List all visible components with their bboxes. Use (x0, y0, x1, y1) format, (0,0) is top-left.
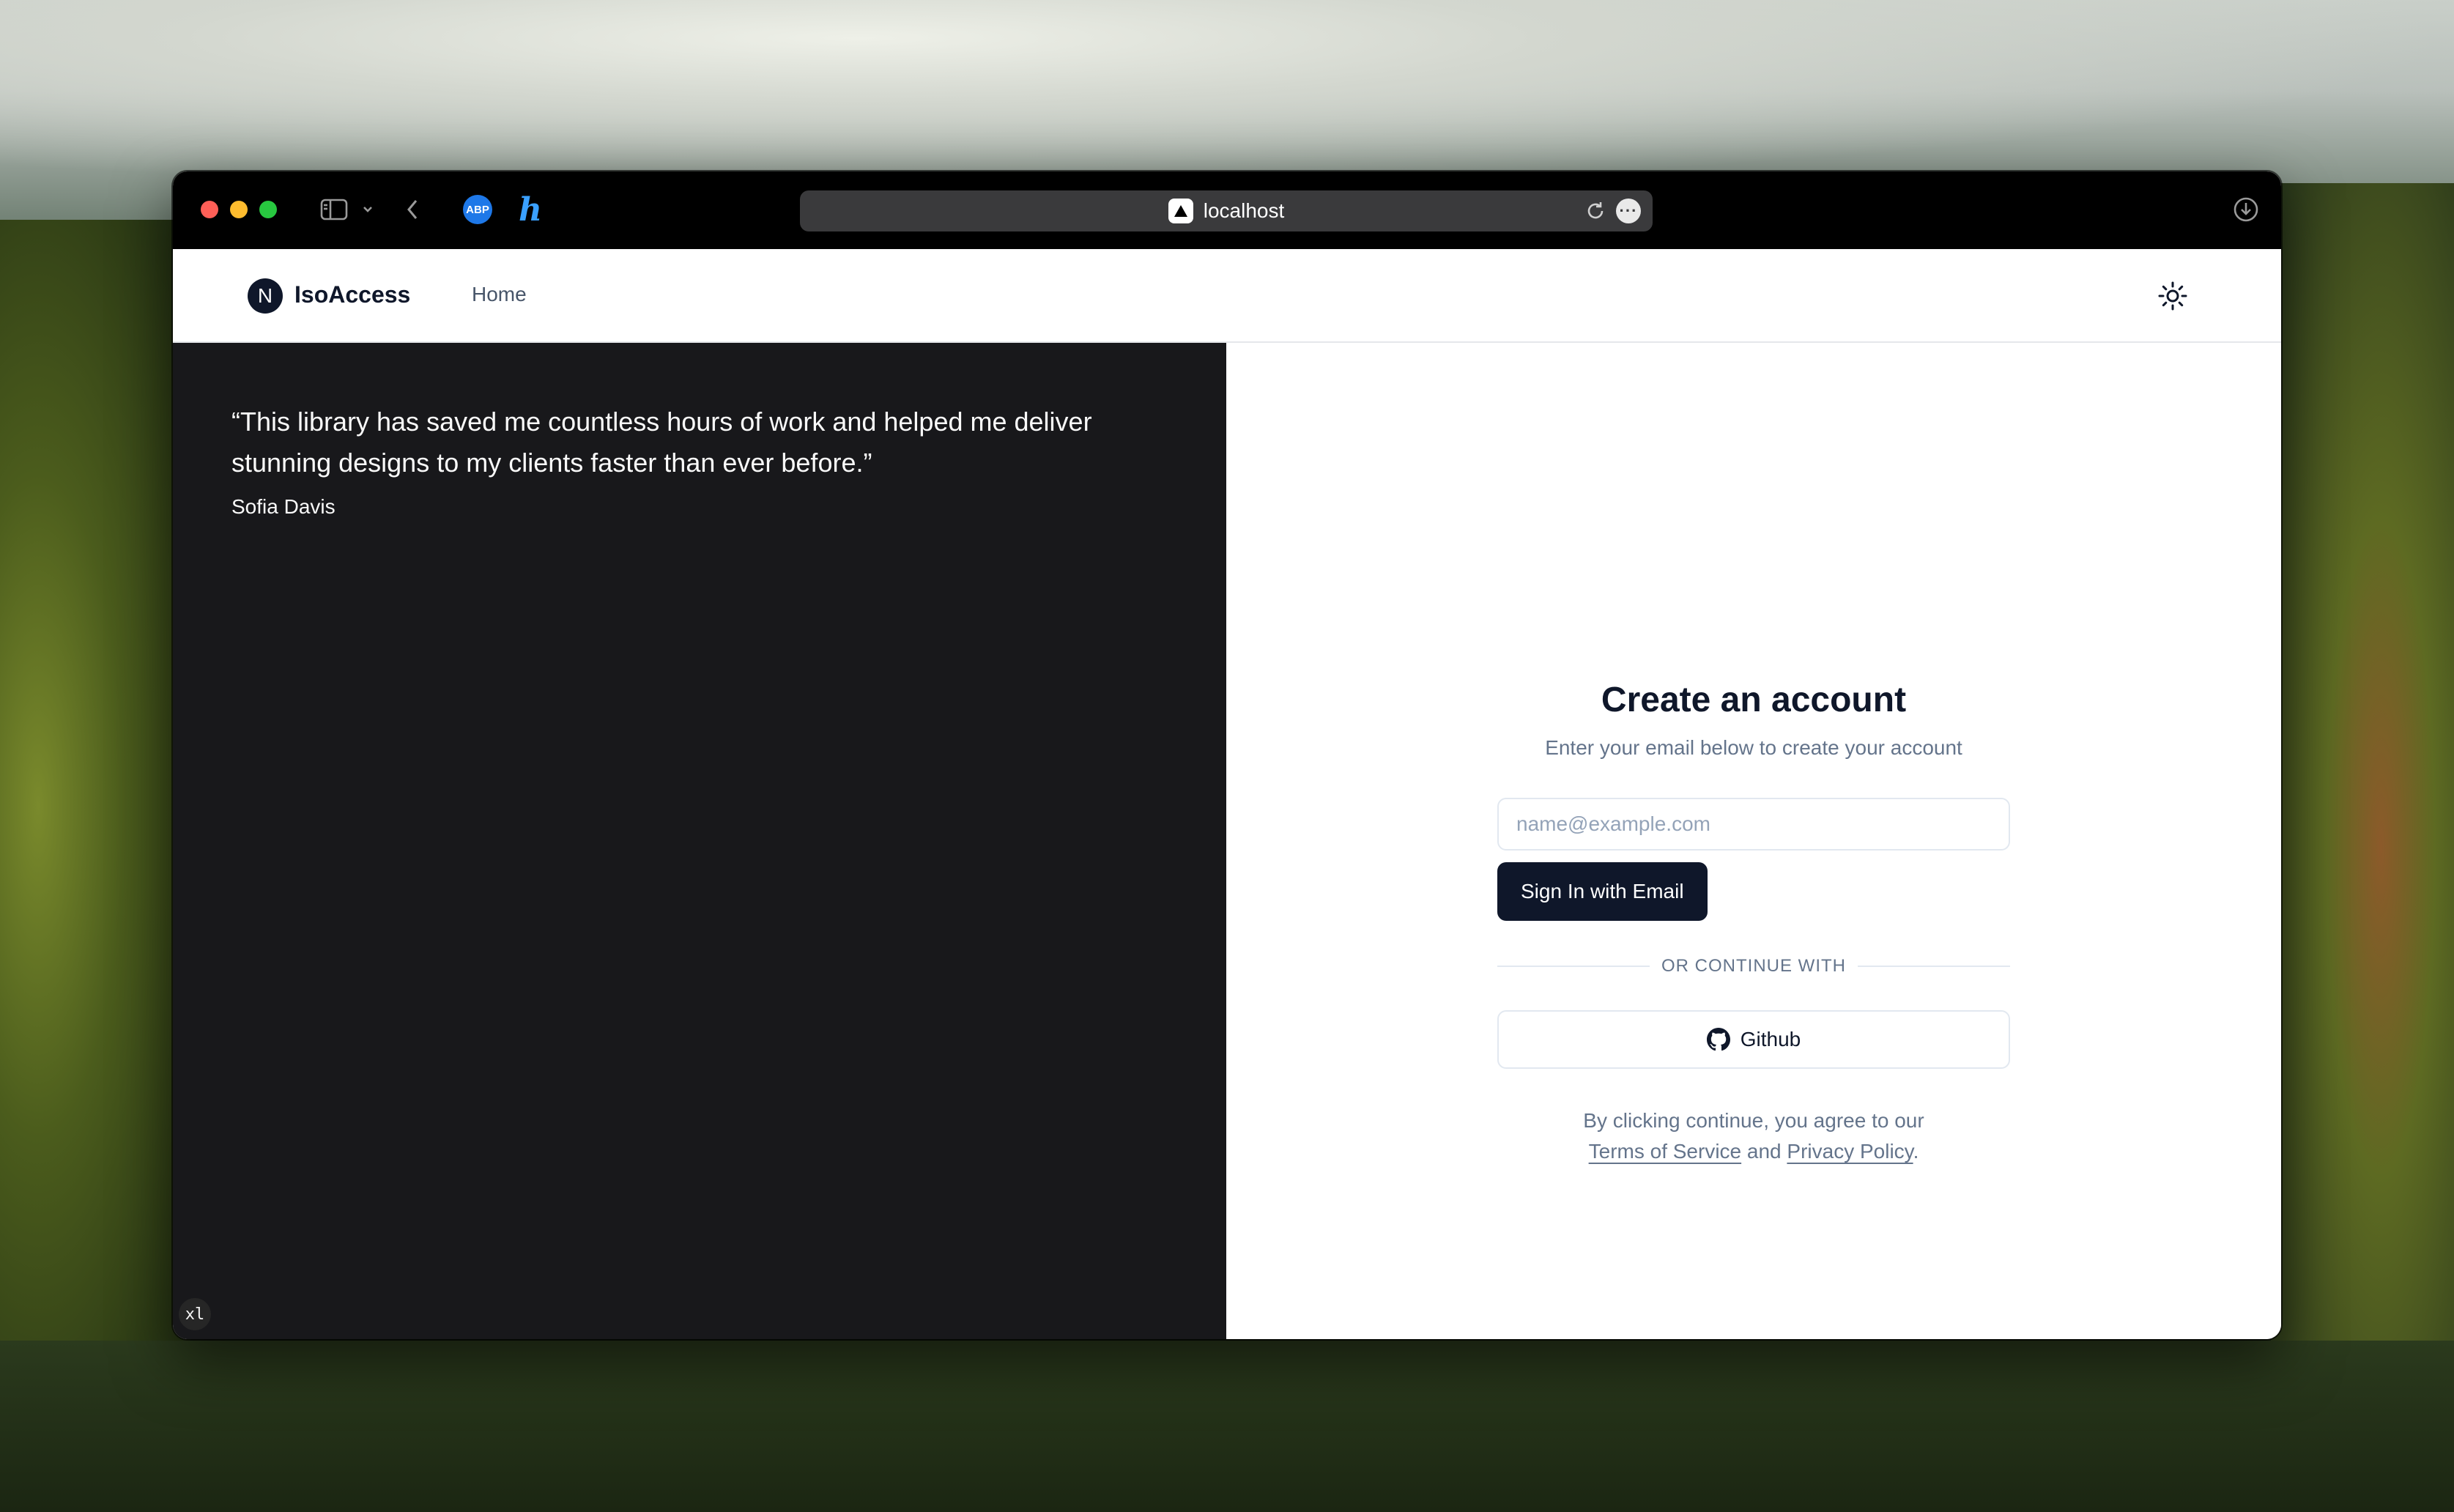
brand-name[interactable]: IsoAccess (294, 281, 410, 308)
divider-line-right (1858, 966, 2011, 967)
terms-of-service-link[interactable]: Terms of Service (1589, 1140, 1742, 1163)
url-text: localhost (1203, 199, 1285, 222)
github-button-label: Github (1740, 1028, 1801, 1050)
terms-and: and (1746, 1140, 1782, 1163)
sidebar-icon[interactable] (316, 193, 352, 226)
nav-link-home[interactable]: Home (472, 283, 527, 306)
testimonial-panel: “This library has saved me countless hou… (173, 343, 1226, 1339)
close-window-button[interactable] (201, 201, 218, 218)
honey-extension-icon[interactable]: h (516, 190, 545, 229)
desktop-forest (0, 1341, 2454, 1512)
app-header: N IsoAccess Home (173, 249, 2281, 343)
desktop-hill-right (2271, 183, 2454, 1392)
page-title: Create an account (1601, 681, 1907, 719)
page-subtitle: Enter your email below to create your ac… (1545, 736, 1962, 759)
more-icon[interactable]: ··· (1616, 199, 1641, 223)
testimonial-quote: “This library has saved me countless hou… (231, 407, 1092, 478)
theme-toggle-sun-icon[interactable] (2155, 278, 2190, 314)
sign-in-email-button[interactable]: Sign In with Email (1497, 862, 1708, 921)
browser-window: ABP h localhost ··· N IsoAccess Home “Th… (173, 171, 2281, 1339)
logo-icon[interactable]: N (248, 278, 283, 314)
privacy-policy-link[interactable]: Privacy Policy (1787, 1140, 1913, 1163)
github-icon (1706, 1028, 1730, 1051)
back-icon[interactable] (401, 193, 423, 226)
terms-text: By clicking continue, you agree to our T… (1497, 1105, 2010, 1167)
download-icon[interactable] (2231, 193, 2261, 226)
testimonial-author: Sofia Davis (231, 495, 336, 518)
email-input[interactable] (1497, 798, 2010, 850)
browser-toolbar: ABP h localhost ··· (173, 171, 2281, 249)
address-bar[interactable]: localhost ··· (800, 190, 1653, 231)
site-favicon-icon (1168, 199, 1193, 223)
github-button[interactable]: Github (1497, 1010, 2010, 1069)
reload-icon[interactable] (1584, 199, 1607, 223)
terms-prefix: By clicking continue, you agree to our (1583, 1109, 1924, 1132)
signup-panel: Create an account Enter your email below… (1226, 343, 2281, 1339)
chevron-down-icon[interactable] (359, 193, 377, 226)
minimize-window-button[interactable] (230, 201, 248, 218)
desktop-hill-left (0, 220, 190, 1392)
breakpoint-badge: xl (179, 1298, 211, 1330)
divider-text: OR CONTINUE WITH (1661, 956, 1846, 976)
divider: OR CONTINUE WITH (1497, 956, 2011, 976)
adblock-extension-icon[interactable]: ABP (463, 195, 492, 224)
signup-form: Create an account Enter your email below… (1497, 680, 2011, 1167)
divider-line-left (1497, 966, 1650, 967)
zoom-window-button[interactable] (259, 201, 277, 218)
terms-suffix: . (1913, 1140, 1919, 1163)
desktop-sky (0, 0, 2454, 190)
